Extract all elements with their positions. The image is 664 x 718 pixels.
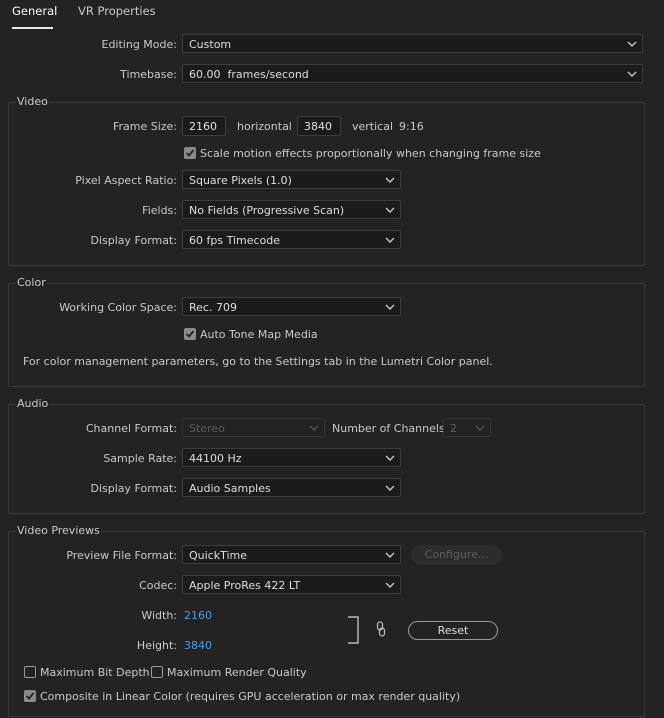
sample-rate-label: Sample Rate: xyxy=(103,452,177,465)
width-label: Width: xyxy=(141,609,177,622)
codec-dropdown[interactable]: Apple ProRes 422 LT xyxy=(182,575,401,594)
tab-vr-properties[interactable]: VR Properties xyxy=(78,4,156,18)
editing-mode-value: Custom xyxy=(189,38,232,51)
video-display-format-dropdown[interactable]: 60 fps Timecode xyxy=(182,230,401,249)
checkmark-icon xyxy=(185,330,195,338)
channel-format-value: Stereo xyxy=(189,422,225,435)
number-of-channels-label: Number of Channels: xyxy=(332,422,449,435)
sample-rate-value: 44100 Hz xyxy=(189,452,242,465)
channel-format-label: Channel Format: xyxy=(85,422,177,435)
frame-height-input[interactable]: 3840 xyxy=(297,116,341,136)
linear-color-label: Composite in Linear Color (requires GPU … xyxy=(40,690,461,703)
timebase-label: Timebase: xyxy=(120,68,177,81)
number-of-channels-dropdown[interactable]: 2 xyxy=(443,418,491,437)
chevron-down-icon xyxy=(385,582,395,588)
audio-display-format-value: Audio Samples xyxy=(189,482,271,495)
number-of-channels-value: 2 xyxy=(450,422,457,435)
color-info-text: For color management parameters, go to t… xyxy=(23,355,493,368)
timebase-dropdown[interactable]: 60.00 frames/second xyxy=(182,64,643,83)
frame-width-input[interactable]: 2160 xyxy=(182,116,226,136)
video-display-format-value: 60 fps Timecode xyxy=(189,234,281,247)
video-group-title: Video xyxy=(16,95,49,108)
configure-button[interactable]: Configure... xyxy=(411,545,502,565)
fields-label: Fields: xyxy=(142,204,177,217)
preview-file-format-value: QuickTime xyxy=(189,549,248,562)
tab-general[interactable]: General xyxy=(12,4,57,18)
reset-button[interactable]: Reset xyxy=(408,621,498,640)
working-color-space-label: Working Color Space: xyxy=(59,301,177,314)
frame-size-label: Frame Size: xyxy=(112,120,177,133)
active-tab-underline xyxy=(12,27,53,29)
preview-file-format-dropdown[interactable]: QuickTime xyxy=(182,545,401,564)
chevron-down-icon xyxy=(475,425,485,431)
pixel-aspect-label: Pixel Aspect Ratio: xyxy=(75,174,177,187)
auto-tone-map-label: Auto Tone Map Media xyxy=(200,328,318,341)
channel-format-dropdown[interactable]: Stereo xyxy=(182,418,325,437)
max-render-quality-checkbox[interactable] xyxy=(151,666,163,678)
editing-mode-dropdown[interactable]: Custom xyxy=(182,34,643,53)
scale-motion-checkbox[interactable] xyxy=(184,147,196,159)
codec-value: Apple ProRes 422 LT xyxy=(189,579,301,592)
pixel-aspect-dropdown[interactable]: Square Pixels (1.0) xyxy=(182,170,401,189)
chevron-down-icon xyxy=(385,207,395,213)
preview-file-format-label: Preview File Format: xyxy=(66,549,177,562)
bracket-icon xyxy=(348,616,359,644)
color-group-title: Color xyxy=(16,276,47,289)
chevron-down-icon xyxy=(627,71,637,77)
chevron-down-icon xyxy=(385,304,395,310)
editing-mode-label: Editing Mode: xyxy=(101,38,178,51)
aspect-ratio-text: 9:16 xyxy=(399,120,424,133)
auto-tone-map-checkbox[interactable] xyxy=(184,328,196,340)
checkmark-icon xyxy=(185,149,195,157)
scale-motion-label: Scale motion effects proportionally when… xyxy=(200,147,541,160)
link-icon[interactable] xyxy=(376,621,386,637)
chevron-down-icon xyxy=(309,425,319,431)
pixel-aspect-value: Square Pixels (1.0) xyxy=(189,174,292,187)
audio-display-format-dropdown[interactable]: Audio Samples xyxy=(182,478,401,497)
max-render-quality-label: Maximum Render Quality xyxy=(167,666,307,679)
audio-display-format-label: Display Format: xyxy=(90,482,177,495)
max-bit-depth-label: Maximum Bit Depth xyxy=(40,666,150,679)
max-bit-depth-checkbox[interactable] xyxy=(24,666,36,678)
audio-group-title: Audio xyxy=(16,397,50,410)
horizontal-label: horizontal xyxy=(237,120,292,133)
working-color-space-dropdown[interactable]: Rec. 709 xyxy=(182,297,401,316)
chevron-down-icon xyxy=(385,485,395,491)
height-label: Height: xyxy=(136,639,177,652)
chevron-down-icon xyxy=(385,237,395,243)
chevron-down-icon xyxy=(385,177,395,183)
codec-label: Codec: xyxy=(139,579,177,592)
working-color-space-value: Rec. 709 xyxy=(189,301,237,314)
chevron-down-icon xyxy=(385,552,395,558)
height-value[interactable]: 3840 xyxy=(184,639,212,652)
fields-value: No Fields (Progressive Scan) xyxy=(189,204,345,217)
timebase-value: 60.00 frames/second xyxy=(189,68,309,81)
sample-rate-dropdown[interactable]: 44100 Hz xyxy=(182,448,401,467)
video-display-format-label: Display Format: xyxy=(90,234,177,247)
chevron-down-icon xyxy=(385,455,395,461)
fields-dropdown[interactable]: No Fields (Progressive Scan) xyxy=(182,200,401,219)
checkmark-icon xyxy=(25,692,35,700)
vertical-label: vertical xyxy=(352,120,394,133)
chevron-down-icon xyxy=(627,41,637,47)
linear-color-checkbox[interactable] xyxy=(24,690,36,702)
width-value[interactable]: 2160 xyxy=(184,609,212,622)
video-previews-group-title: Video Previews xyxy=(16,524,101,537)
